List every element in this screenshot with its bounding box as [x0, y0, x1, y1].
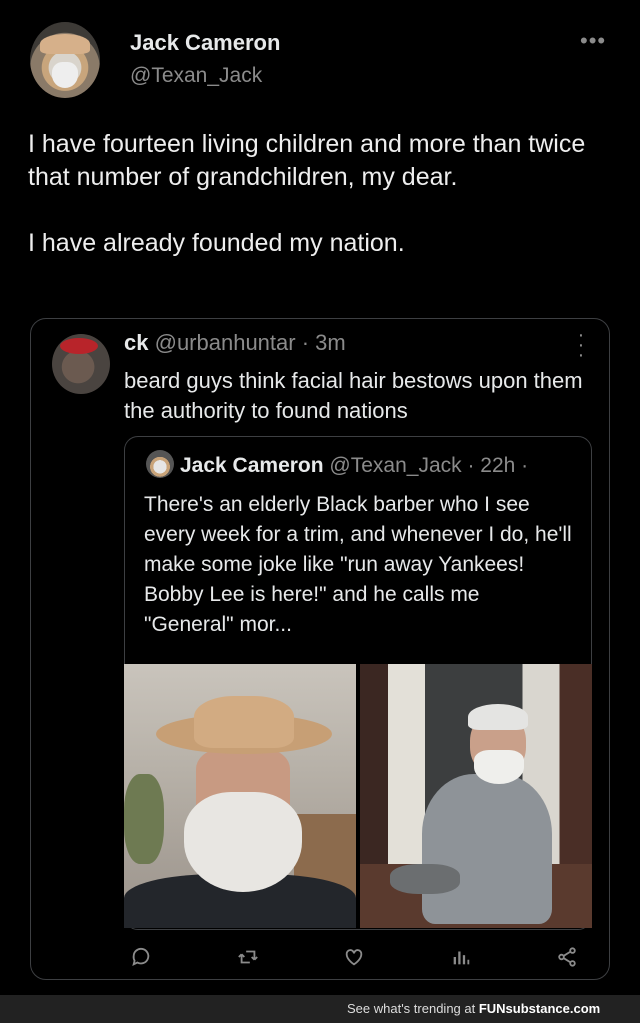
- more-options-icon[interactable]: •••: [580, 28, 606, 54]
- quoted-author-name[interactable]: ck: [124, 330, 148, 355]
- inner-author-handle[interactable]: @Texan_Jack · 22h ·: [329, 454, 528, 477]
- action-bar: [124, 940, 584, 974]
- quoted-tweet-text: beard guys think facial hair bestows upo…: [124, 368, 583, 423]
- views-icon[interactable]: [444, 940, 478, 974]
- watermark-text[interactable]: See what's trending at FUNsubstance.com: [347, 1001, 600, 1016]
- inner-tweet-text: There's an elderly Black barber who I se…: [144, 493, 572, 636]
- author-handle[interactable]: @Texan_Jack: [130, 64, 262, 88]
- tweet-text-paragraph-1: I have fourteen living children and more…: [28, 130, 586, 191]
- quoted-author-handle[interactable]: @urbanhuntar · 3m: [155, 330, 346, 355]
- photo-general[interactable]: [360, 664, 592, 928]
- inner-author-avatar[interactable]: [146, 450, 174, 478]
- watermark-prefix: See what's trending at: [347, 1001, 479, 1016]
- watermark-brand: FUNsubstance.com: [478, 1001, 601, 1016]
- author-name[interactable]: Jack Cameron: [130, 30, 280, 56]
- quoted-more-icon[interactable]: · · ·: [576, 325, 586, 365]
- retweet-icon[interactable]: [231, 940, 265, 974]
- inner-author-name[interactable]: Jack Cameron: [180, 454, 324, 477]
- share-icon[interactable]: [550, 940, 584, 974]
- tweet-text: I have fourteen living children and more…: [28, 128, 618, 260]
- photo-cowboy[interactable]: [124, 664, 356, 928]
- inner-tweet-header: Jack Cameron @Texan_Jack · 22h ·: [180, 454, 528, 478]
- reply-icon[interactable]: [124, 940, 158, 974]
- like-icon[interactable]: [337, 940, 371, 974]
- tweet-text-paragraph-2: I have already founded my nation.: [28, 229, 405, 257]
- quoted-author-avatar[interactable]: [52, 334, 110, 394]
- author-avatar[interactable]: [30, 22, 100, 98]
- quoted-tweet-header: ck @urbanhuntar · 3m: [124, 330, 346, 356]
